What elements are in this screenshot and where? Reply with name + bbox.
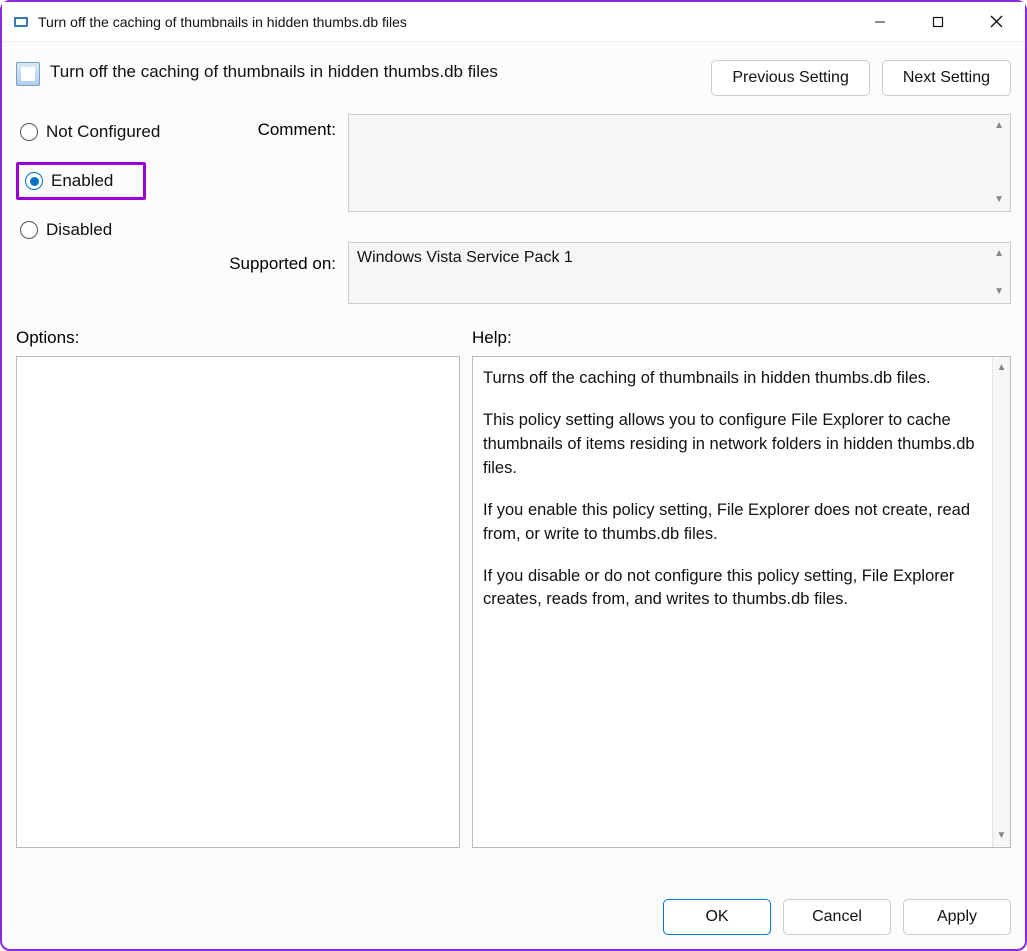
radio-icon: [25, 172, 43, 190]
scroll-up-icon[interactable]: ▲: [994, 249, 1004, 259]
dialog-footer: OK Cancel Apply: [663, 899, 1011, 935]
radio-label: Disabled: [46, 220, 112, 240]
help-text: If you disable or do not configure this …: [483, 565, 982, 613]
radio-disabled[interactable]: Disabled: [16, 218, 206, 242]
options-panel: [16, 356, 460, 848]
scroll-up-icon[interactable]: ▲: [993, 361, 1010, 376]
radio-not-configured[interactable]: Not Configured: [16, 120, 206, 144]
next-setting-button[interactable]: Next Setting: [882, 60, 1011, 96]
supported-on-textbox: Windows Vista Service Pack 1 ▲ ▼: [348, 242, 1011, 304]
help-text: If you enable this policy setting, File …: [483, 499, 982, 547]
titlebar: Turn off the caching of thumbnails in hi…: [2, 2, 1025, 42]
supported-on-label: Supported on:: [212, 242, 342, 304]
radio-label: Enabled: [51, 171, 113, 191]
scroll-up-icon[interactable]: ▲: [994, 121, 1004, 131]
close-button[interactable]: [967, 2, 1025, 41]
policy-icon: [16, 62, 40, 86]
apply-button[interactable]: Apply: [903, 899, 1011, 935]
comment-label: Comment:: [212, 114, 342, 140]
help-scrollbar[interactable]: ▲ ▼: [992, 357, 1010, 847]
app-icon: [12, 13, 30, 31]
help-label: Help:: [472, 328, 1011, 348]
window-controls: [851, 2, 1025, 41]
policy-title: Turn off the caching of thumbnails in hi…: [50, 60, 699, 82]
radio-icon: [20, 221, 38, 239]
scroll-down-icon[interactable]: ▼: [994, 287, 1004, 297]
minimize-button[interactable]: [851, 2, 909, 41]
help-panel: Turns off the caching of thumbnails in h…: [472, 356, 1011, 848]
scroll-down-icon[interactable]: ▼: [994, 195, 1004, 205]
comment-textbox[interactable]: ▲ ▼: [348, 114, 1011, 212]
help-text: Turns off the caching of thumbnails in h…: [483, 367, 982, 391]
radio-enabled[interactable]: Enabled: [25, 171, 113, 191]
scroll-down-icon[interactable]: ▼: [993, 829, 1010, 844]
radio-label: Not Configured: [46, 122, 160, 142]
highlight-enabled: Enabled: [16, 162, 146, 200]
supported-on-value: Windows Vista Service Pack 1: [357, 249, 573, 266]
window-title: Turn off the caching of thumbnails in hi…: [38, 14, 851, 30]
previous-setting-button[interactable]: Previous Setting: [711, 60, 870, 96]
ok-button[interactable]: OK: [663, 899, 771, 935]
maximize-button[interactable]: [909, 2, 967, 41]
header-row: Turn off the caching of thumbnails in hi…: [2, 42, 1025, 104]
cancel-button[interactable]: Cancel: [783, 899, 891, 935]
radio-icon: [20, 123, 38, 141]
options-label: Options:: [16, 328, 472, 348]
help-text: This policy setting allows you to config…: [483, 409, 982, 481]
